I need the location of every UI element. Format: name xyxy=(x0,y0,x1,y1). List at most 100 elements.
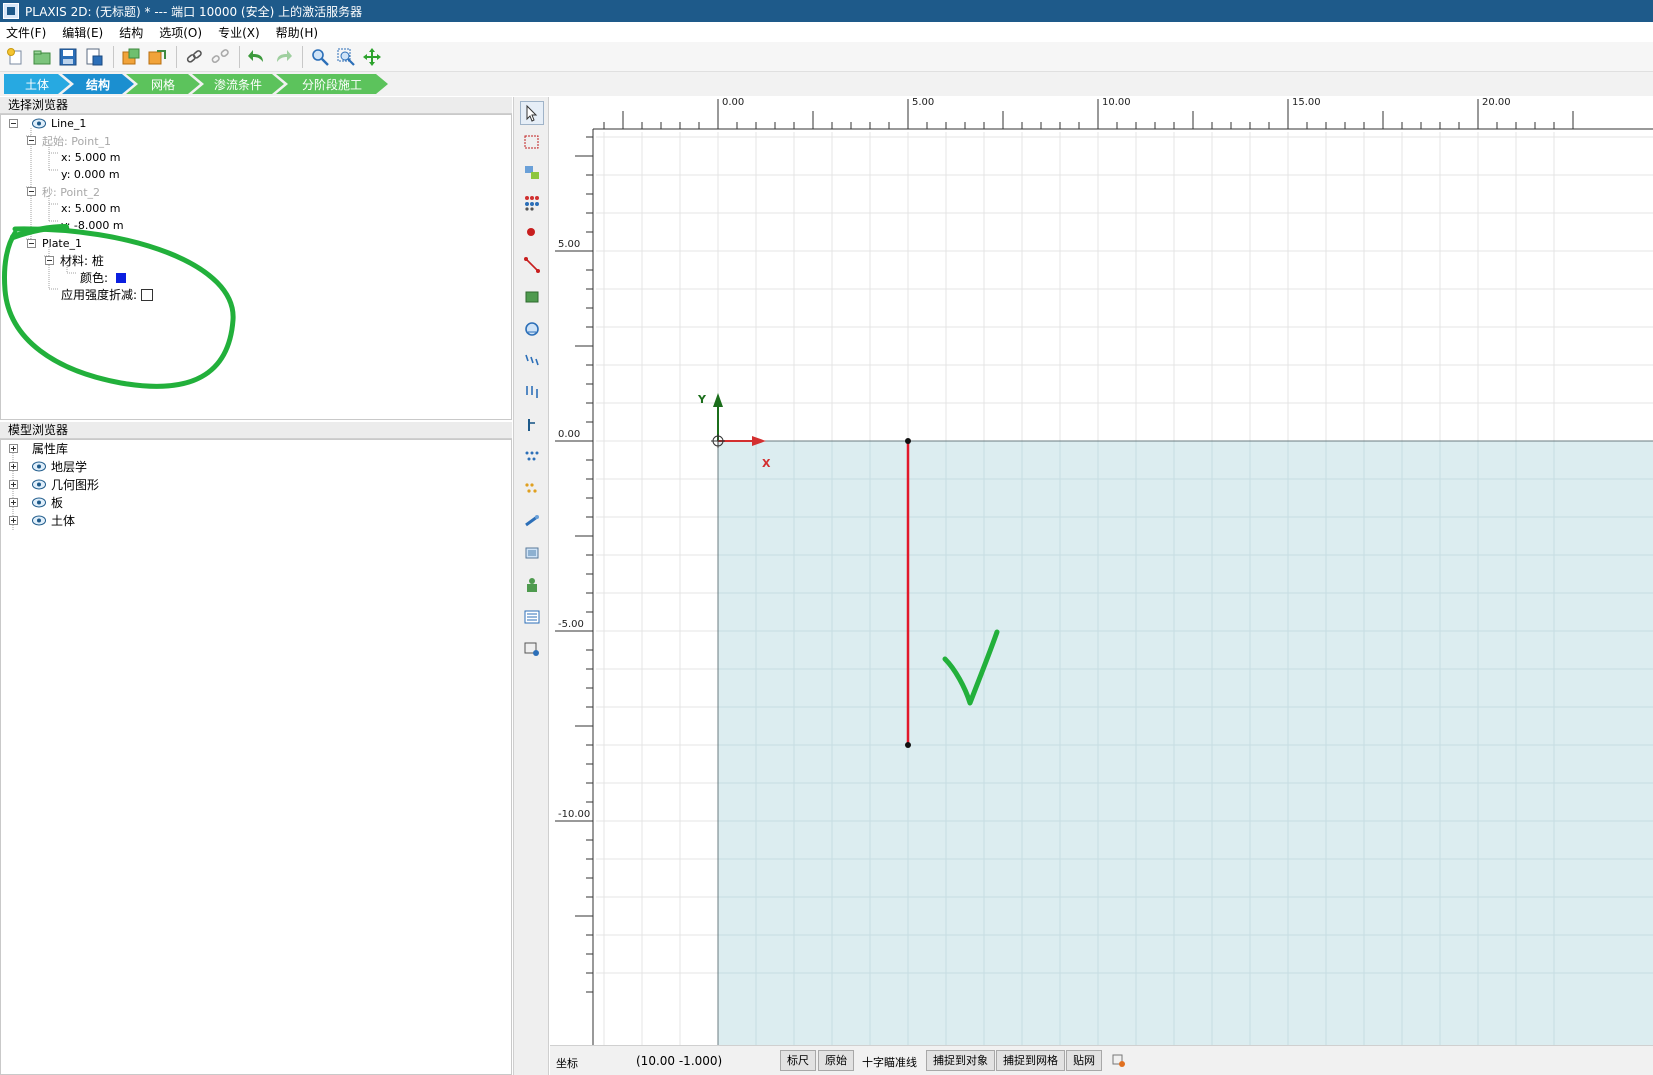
tree-node-label: Plate_1 xyxy=(42,237,83,250)
create-drain-icon[interactable] xyxy=(520,509,544,533)
move-object-icon[interactable] xyxy=(520,161,544,185)
expand-icon[interactable] xyxy=(9,444,18,453)
menu-options[interactable]: 选项(O) xyxy=(159,24,202,41)
tree-node-plates[interactable]: 板 xyxy=(9,494,63,511)
menu-help[interactable]: 帮助(H) xyxy=(276,24,318,41)
visibility-eye-icon[interactable] xyxy=(32,497,46,508)
tree-node-label: y: -8.000 m xyxy=(61,219,124,232)
model-explorer-title: 模型浏览器 xyxy=(0,422,512,439)
collapse-icon[interactable] xyxy=(27,187,36,196)
mode-tab-staged-construction[interactable]: 分阶段施工 xyxy=(276,74,388,94)
zoom-in-icon[interactable] xyxy=(308,45,332,69)
material-sets-icon[interactable] xyxy=(520,605,544,629)
zoom-window-icon[interactable] xyxy=(334,45,358,69)
snap-to-object-toggle[interactable]: 捕捉到对象 xyxy=(926,1050,995,1071)
tree-node-label: Line_1 xyxy=(51,117,87,130)
tree-node-end-x[interactable]: x: 5.000 m xyxy=(61,200,120,217)
expand-icon[interactable] xyxy=(9,516,18,525)
menu-expert[interactable]: 专业(X) xyxy=(218,24,260,41)
copy-array-icon[interactable] xyxy=(520,191,544,215)
visibility-eye-icon[interactable] xyxy=(32,461,46,472)
x-ruler-label: 20.00 xyxy=(1482,97,1511,108)
tree-node-stratigraphy[interactable]: 地层学 xyxy=(9,458,87,475)
tree-node-start-y[interactable]: y: 0.000 m xyxy=(61,166,120,183)
create-interface-icon[interactable] xyxy=(520,445,544,469)
save-project-icon[interactable] xyxy=(56,45,80,69)
crosshair-toggle[interactable]: 十字瞄准线 xyxy=(862,1054,917,1070)
tree-node-soils[interactable]: 土体 xyxy=(9,512,75,529)
menu-edit[interactable]: 编辑(E) xyxy=(62,24,103,41)
create-line-icon[interactable] xyxy=(520,253,544,277)
create-embedded-beam-icon[interactable] xyxy=(520,477,544,501)
visibility-eye-icon[interactable] xyxy=(32,118,46,129)
create-polygon-icon[interactable] xyxy=(520,285,544,309)
soil-cluster[interactable] xyxy=(718,441,1653,1045)
y-ruler-label: 5.00 xyxy=(558,239,580,250)
mode-tab-mesh[interactable]: 网格 xyxy=(126,74,200,94)
tree-node-geometry[interactable]: 几何图形 xyxy=(9,476,99,493)
mode-tab-label: 分阶段施工 xyxy=(301,77,362,92)
save-as-icon[interactable] xyxy=(82,45,106,69)
menu-file[interactable]: 文件(F) xyxy=(6,24,46,41)
model-info-icon[interactable] xyxy=(520,637,544,661)
tree-node-color[interactable]: 颜色: xyxy=(80,269,127,286)
selection-explorer-title: 选择浏览器 xyxy=(0,97,512,114)
mode-tab-soil[interactable]: 土体 xyxy=(4,74,70,94)
create-point-icon[interactable] xyxy=(520,221,544,245)
create-tunnel-icon[interactable] xyxy=(520,317,544,341)
select-arrow-icon[interactable] xyxy=(520,101,544,125)
redo-icon[interactable] xyxy=(271,45,295,69)
collapse-icon[interactable] xyxy=(27,136,36,145)
undo-icon[interactable] xyxy=(245,45,269,69)
tree-node-plate[interactable]: Plate_1 xyxy=(27,235,82,252)
tree-node-start-point[interactable]: 起始: Point_1 xyxy=(27,132,111,149)
tree-node-property-library[interactable]: 属性库 xyxy=(9,440,68,457)
selection-explorer: Line_1 起始: Point_1 x: 5.000 m y: 0.000 m… xyxy=(0,114,512,420)
tree-node-start-x[interactable]: x: 5.000 m xyxy=(61,149,120,166)
snap-grid-toggle[interactable]: 贴网 xyxy=(1066,1050,1102,1071)
x-ruler-label: 0.00 xyxy=(722,97,744,108)
create-point-load-icon[interactable] xyxy=(520,381,544,405)
snap-to-grid-toggle[interactable]: 捕捉到网格 xyxy=(996,1050,1065,1071)
tree-node-line[interactable]: Line_1 xyxy=(9,115,86,132)
create-line-load-icon[interactable] xyxy=(520,349,544,373)
visibility-eye-icon[interactable] xyxy=(32,479,46,490)
pan-icon[interactable] xyxy=(360,45,384,69)
menu-structure[interactable]: 结构 xyxy=(119,24,143,41)
create-anchor-icon[interactable] xyxy=(520,413,544,437)
export-geometry-icon[interactable] xyxy=(145,45,169,69)
mode-tab-label: 网格 xyxy=(150,77,175,92)
drawing-canvas[interactable]: 0.00 5.00 10.00 15.00 20.00 5.00 0.00 -5.00 -10.… xyxy=(550,97,1653,1045)
drawing-area[interactable]: 0.00 5.00 10.00 15.00 20.00 5.00 0.00 -5.00 -10.… xyxy=(550,97,1653,1045)
collapse-icon[interactable] xyxy=(9,119,18,128)
tree-node-label: 土体 xyxy=(51,514,76,528)
mode-tab-structures[interactable]: 结构 xyxy=(62,74,134,94)
collapse-icon[interactable] xyxy=(45,256,54,265)
expand-icon[interactable] xyxy=(9,498,18,507)
tree-node-strength-reduction[interactable]: 应用强度折减: xyxy=(61,286,154,303)
tree-node-end-y[interactable]: y: -8.000 m xyxy=(61,217,124,234)
new-project-icon[interactable] xyxy=(4,45,28,69)
tree-node-material[interactable]: 材料: 桩 xyxy=(45,252,104,269)
plate-start-point[interactable] xyxy=(905,438,911,444)
unlink-icon[interactable] xyxy=(208,45,232,69)
collapse-icon[interactable] xyxy=(27,239,36,248)
expand-icon[interactable] xyxy=(9,480,18,489)
visibility-eye-icon[interactable] xyxy=(32,515,46,526)
create-structure-icon[interactable] xyxy=(520,573,544,597)
link-icon[interactable] xyxy=(182,45,206,69)
mode-tab-flow-conditions[interactable]: 渗流条件 xyxy=(192,74,284,94)
create-well-icon[interactable] xyxy=(520,541,544,565)
import-geometry-icon[interactable] xyxy=(119,45,143,69)
plate-end-point[interactable] xyxy=(905,742,911,748)
tree-node-label: y: 0.000 m xyxy=(61,168,120,181)
select-rectangle-icon[interactable] xyxy=(520,131,544,155)
tree-node-end-point[interactable]: 秒: Point_2 xyxy=(27,183,100,200)
open-project-icon[interactable] xyxy=(30,45,54,69)
rulers-toggle[interactable]: 标尺 xyxy=(780,1050,816,1071)
expand-icon[interactable] xyxy=(9,462,18,471)
origin-toggle[interactable]: 原始 xyxy=(818,1050,854,1071)
strength-reduction-checkbox[interactable] xyxy=(141,288,154,301)
plate-color-swatch[interactable] xyxy=(116,272,127,283)
snap-settings-icon[interactable] xyxy=(1112,1054,1126,1071)
